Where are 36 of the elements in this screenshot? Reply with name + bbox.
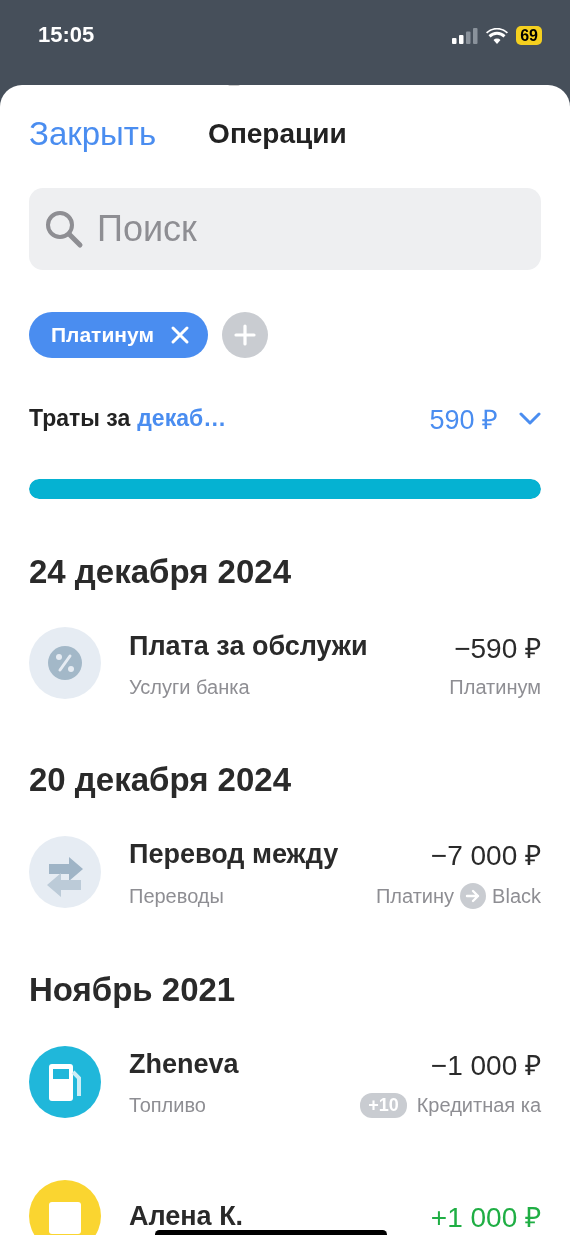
transaction-category: Топливо [129,1094,206,1117]
account-name: Black [492,884,541,908]
percent-icon [29,627,101,699]
period-link[interactable]: декаб… [137,405,227,432]
transaction-category: Услуги банка [129,675,250,699]
transaction-amount: −1 000 ₽ [430,1049,541,1083]
wifi-icon [486,27,509,44]
close-button[interactable]: Закрыть [29,115,157,153]
signal-icon [452,27,479,44]
fuel-icon [29,1045,101,1118]
battery-indicator: 69 [516,26,542,45]
date-heading: Ноябрь 2021 [29,971,237,1009]
chevron-down-icon[interactable] [519,411,541,426]
account-name: Платину [376,884,455,908]
date-heading: 20 декабря 2024 [29,761,292,799]
transaction-amount: −7 000 ₽ [430,839,541,873]
transaction-title: Zheneva [129,1048,239,1080]
transfer-icon [29,836,101,908]
transaction-title: Перевод между [129,838,339,870]
transaction-title: Алена К. [129,1200,244,1232]
date-heading: 24 декабря 2024 [29,553,292,591]
account-name: Платинум [449,675,541,699]
transaction-amount: +1 000 ₽ [430,1201,541,1235]
spending-amount: 590 ₽ [429,404,498,437]
filter-chip[interactable]: Платинум [29,312,208,358]
search-field[interactable]: Поиск [29,188,541,270]
close-icon[interactable] [169,325,190,345]
screen-title: Операции [208,118,347,150]
arrow-right-icon [460,883,487,909]
status-time: 15:05 [38,22,95,48]
transaction-title: Плата за обслужи [129,631,368,662]
account-name: Кредитная ка [416,1094,541,1117]
spending-label: Траты за [29,405,131,432]
transaction-amount: −590 ₽ [454,631,541,666]
transaction-category: Переводы [129,884,224,908]
plus-icon [233,324,256,346]
